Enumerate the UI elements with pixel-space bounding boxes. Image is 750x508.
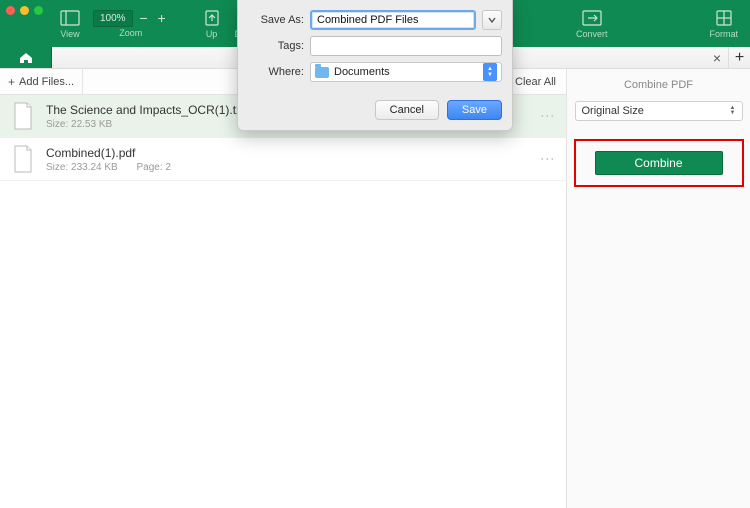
arrow-up-icon [201, 8, 223, 28]
where-value: Documents [334, 66, 390, 78]
add-files-button[interactable]: + Add Files... [0, 69, 83, 94]
where-label: Where: [248, 66, 304, 78]
row-more-button[interactable]: ⋮ [540, 109, 556, 124]
folder-icon [315, 67, 329, 78]
home-tab[interactable] [0, 47, 52, 68]
saveas-input[interactable] [310, 10, 476, 30]
saveas-label: Save As: [248, 14, 304, 26]
plus-icon: + [8, 75, 15, 89]
toolbar-view-label: View [60, 29, 79, 39]
zoom-in-button[interactable]: + [155, 10, 169, 26]
toolbar-zoom: 100% − + Zoom [93, 0, 169, 47]
file-size: Size: 233.24 KB [46, 162, 118, 173]
toolbar-format-label: Format [709, 29, 738, 39]
add-files-label: Add Files... [19, 76, 74, 88]
panel-title: Combine PDF [567, 69, 750, 101]
chevron-down-icon [487, 15, 497, 25]
window-controls [6, 6, 43, 15]
toolbar-convert[interactable]: Convert [576, 0, 608, 47]
file-icon [10, 144, 36, 174]
page-size-value: Original Size [582, 105, 644, 117]
file-icon [10, 101, 36, 131]
toolbar-up-label: Up [206, 29, 218, 39]
zoom-out-button[interactable]: − [137, 10, 151, 26]
row-more-button[interactable]: ⋮ [540, 152, 556, 167]
save-dialog: Save As: Tags: Where: Documents ▲▼ Cance… [237, 0, 513, 131]
tags-input[interactable] [310, 36, 502, 56]
where-select[interactable]: Documents ▲▼ [310, 62, 502, 82]
file-size: Size: 22.53 KB [46, 119, 112, 130]
combine-button[interactable]: Combine [595, 151, 723, 175]
file-name: Combined(1).pdf [46, 146, 171, 160]
file-row[interactable]: Combined(1).pdf Size: 233.24 KB Page: 2 … [0, 138, 566, 181]
toolbar-up[interactable]: Up [201, 0, 223, 47]
convert-icon [581, 8, 603, 28]
view-icon [59, 8, 81, 28]
combine-panel: Combine PDF Original Size ▲▼ Combine [567, 69, 750, 508]
clear-all-button[interactable]: Clear All [505, 76, 566, 88]
select-stepper-icon: ▲▼ [730, 106, 736, 116]
toolbar-view[interactable]: View [59, 0, 81, 47]
close-window-button[interactable] [6, 6, 15, 15]
expand-dialog-button[interactable] [482, 10, 502, 30]
file-page: Page: 2 [137, 162, 171, 173]
toolbar-zoom-label: Zoom [119, 28, 142, 38]
toolbar-convert-label: Convert [576, 29, 608, 39]
combine-highlight-box: Combine [574, 139, 744, 187]
close-tab-button[interactable]: × [706, 50, 728, 66]
select-stepper-icon: ▲▼ [483, 63, 497, 81]
format-icon [713, 8, 735, 28]
page-size-select[interactable]: Original Size ▲▼ [575, 101, 743, 121]
toolbar-format[interactable]: Format [709, 0, 738, 47]
file-name: The Science and Impacts_OCR(1).txt [46, 103, 245, 117]
file-list-pane: + Add Files... Clear All The Science and… [0, 69, 567, 508]
zoom-value[interactable]: 100% [93, 10, 133, 27]
tags-label: Tags: [248, 40, 304, 52]
cancel-button[interactable]: Cancel [375, 100, 439, 120]
file-list: The Science and Impacts_OCR(1).txt Size:… [0, 95, 566, 508]
new-tab-button[interactable]: + [728, 47, 750, 68]
zoom-window-button[interactable] [34, 6, 43, 15]
minimize-window-button[interactable] [20, 6, 29, 15]
save-button[interactable]: Save [447, 100, 502, 120]
